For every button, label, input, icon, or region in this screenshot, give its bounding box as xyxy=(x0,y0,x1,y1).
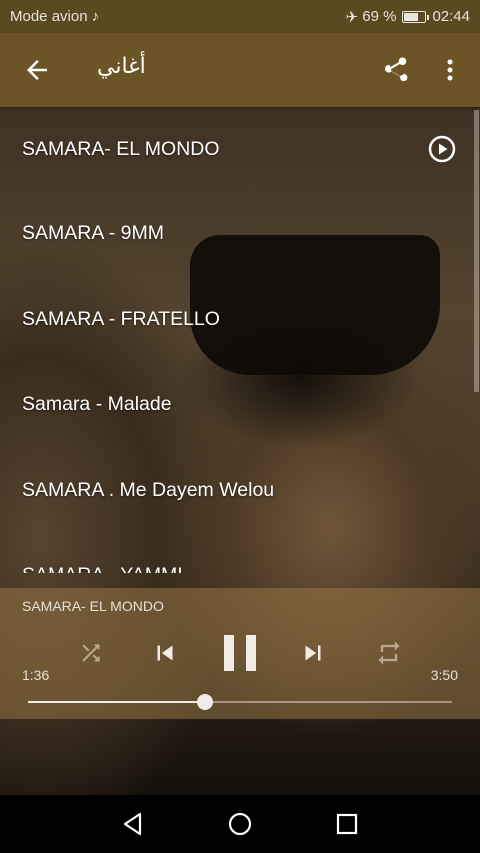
song-title: SAMARA - YAMMI xyxy=(22,564,183,573)
carrier-label: Mode avion xyxy=(10,8,88,25)
arrow-back-icon[interactable] xyxy=(22,55,52,85)
song-title: SAMARA - 9MM xyxy=(22,222,164,245)
song-item[interactable]: SAMARA - YAMMI xyxy=(0,533,480,573)
page-title: أغاني xyxy=(97,53,146,78)
song-item[interactable]: SAMARA . Me Dayem Welou xyxy=(0,448,480,534)
total-time: 3:50 xyxy=(430,667,458,683)
nav-recents-icon[interactable] xyxy=(334,811,360,837)
skip-next-icon[interactable] xyxy=(298,638,328,673)
battery-percent: 69 % xyxy=(362,8,397,25)
repeat-icon[interactable] xyxy=(375,639,403,672)
song-item[interactable]: Samara - Malade xyxy=(0,362,480,448)
share-icon[interactable] xyxy=(380,55,410,85)
song-item[interactable]: SAMARA - 9MM xyxy=(0,191,480,277)
song-title: SAMARA . Me Dayem Welou xyxy=(22,478,275,501)
song-title: Samara - Malade xyxy=(22,393,172,416)
play-circle-icon[interactable] xyxy=(428,135,456,163)
current-time: 1:36 xyxy=(22,667,50,683)
mini-player: SAMARA- EL MONDO 1:36 3:50 xyxy=(0,588,480,719)
app-bar: أغاني xyxy=(0,33,480,107)
song-title: SAMARA- EL MONDO xyxy=(22,137,220,160)
song-list[interactable]: SAMARA- EL MONDO SAMARA - 9MM SAMARA - F… xyxy=(0,107,480,573)
more-vert-icon[interactable] xyxy=(440,55,460,85)
clock: 02:44 xyxy=(432,8,470,25)
song-item[interactable]: SAMARA- EL MONDO xyxy=(0,107,480,191)
music-note-icon: ♪ xyxy=(91,8,100,25)
system-nav-bar xyxy=(0,795,480,853)
seek-thumb[interactable] xyxy=(196,694,213,710)
song-title: SAMARA - FRATELLO xyxy=(22,307,220,330)
now-playing-title: SAMARA- EL MONDO xyxy=(22,598,164,614)
pause-icon[interactable] xyxy=(222,634,258,677)
skip-previous-icon[interactable] xyxy=(150,638,180,673)
battery-icon xyxy=(402,10,430,23)
airplane-icon: ✈ xyxy=(345,8,359,26)
seek-progress xyxy=(28,701,205,703)
scrollbar[interactable] xyxy=(474,110,479,392)
song-item[interactable]: SAMARA - FRATELLO xyxy=(0,277,480,363)
seek-bar[interactable] xyxy=(28,694,452,710)
status-bar: Mode avion ♪ ✈ 69 % 02:44 xyxy=(0,0,480,33)
nav-back-icon[interactable] xyxy=(120,811,146,837)
nav-home-icon[interactable] xyxy=(227,811,253,837)
shuffle-icon[interactable] xyxy=(78,640,104,671)
